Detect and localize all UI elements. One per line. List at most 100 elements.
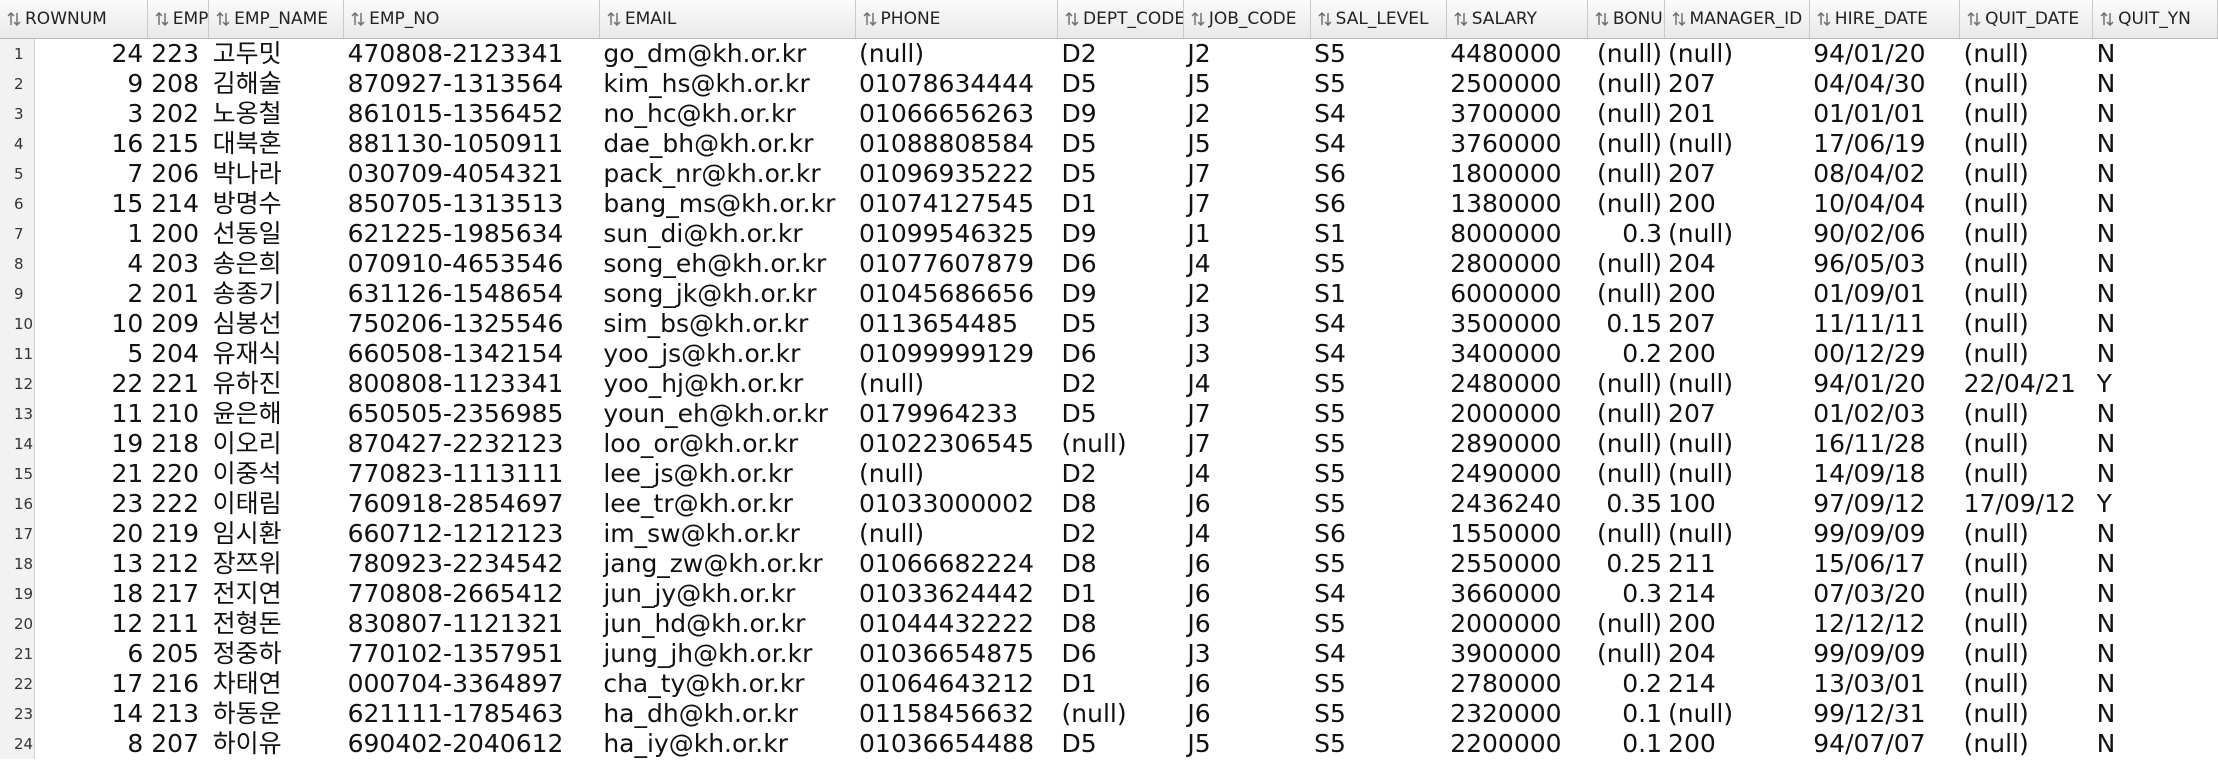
bonus-cell[interactable]: (null) — [1587, 609, 1664, 639]
emp-no-cell[interactable]: 470808-2123341 — [344, 39, 600, 70]
salary-cell[interactable]: 3400000 — [1446, 339, 1587, 369]
table-row[interactable]: 16 23 222 이태림 760918-2854697 lee_tr@kh.or.kr 0… — [0, 489, 2218, 519]
phone-cell[interactable]: 01099999129 — [855, 339, 1058, 369]
quit-date-cell[interactable]: (null) — [1960, 219, 2093, 249]
quit-yn-cell[interactable]: Y — [2093, 489, 2218, 519]
dept-code-cell[interactable]: D5 — [1058, 399, 1184, 429]
row-number[interactable]: 14 — [0, 429, 36, 459]
column-header-email[interactable]: EMAIL — [599, 0, 856, 39]
rownum-cell[interactable]: 1 — [35, 219, 148, 249]
quit-yn-cell[interactable]: N — [2093, 729, 2218, 759]
hire-date-cell[interactable]: 90/02/06 — [1809, 219, 1959, 249]
row-number[interactable]: 16 — [0, 489, 36, 519]
manager-id-cell[interactable]: 204 — [1664, 249, 1809, 279]
dept-code-cell[interactable]: D8 — [1058, 609, 1184, 639]
manager-id-cell[interactable]: 207 — [1664, 159, 1809, 189]
quit-date-cell[interactable]: (null) — [1960, 399, 2093, 429]
dept-code-cell[interactable]: D2 — [1058, 459, 1184, 489]
emp-name-cell[interactable]: 김해술 — [209, 69, 344, 99]
manager-id-cell[interactable]: 207 — [1664, 399, 1809, 429]
table-row[interactable]: 1 24 223 고두밋 470808-2123341 go_dm@kh.or.kr (nu… — [0, 38, 2218, 70]
row-number[interactable]: 20 — [0, 609, 36, 639]
hire-date-cell[interactable]: 01/01/01 — [1809, 99, 1959, 129]
table-row[interactable]: 18 13 212 장쯔위 780923-2234542 jang_zw@kh.or.kr… — [0, 549, 2218, 579]
email-cell[interactable]: yoo_hj@kh.or.kr — [599, 369, 855, 399]
job-code-cell[interactable]: J5 — [1183, 129, 1310, 159]
table-row[interactable]: 11 5 204 유재식 660508-1342154 yoo_js@kh.or.kr 01… — [0, 339, 2218, 369]
email-cell[interactable]: sun_di@kh.or.kr — [599, 219, 855, 249]
dept-code-cell[interactable]: D8 — [1058, 549, 1184, 579]
row-number[interactable]: 12 — [0, 369, 36, 399]
sal-level-cell[interactable]: S6 — [1310, 189, 1446, 219]
quit-yn-cell[interactable]: N — [2093, 639, 2218, 669]
row-number[interactable]: 19 — [0, 579, 36, 609]
table-row[interactable]: 2 9 208 김해술 870927-1313564 kim_hs@kh.or.kr 010… — [0, 69, 2218, 99]
manager-id-cell[interactable]: (null) — [1664, 519, 1809, 549]
manager-id-cell[interactable]: (null) — [1664, 459, 1809, 489]
phone-cell[interactable]: 0179964233 — [855, 399, 1058, 429]
emp-name-cell[interactable]: 윤은해 — [209, 399, 344, 429]
manager-id-cell[interactable]: (null) — [1664, 429, 1809, 459]
emp-name-cell[interactable]: 임시환 — [209, 519, 344, 549]
bonus-cell[interactable]: 0.15 — [1587, 309, 1664, 339]
sal-level-cell[interactable]: S5 — [1310, 369, 1446, 399]
emp-no-cell[interactable]: 770102-1357951 — [344, 639, 600, 669]
bonus-cell[interactable]: (null) — [1587, 189, 1664, 219]
email-cell[interactable]: jang_zw@kh.or.kr — [599, 549, 855, 579]
row-number[interactable]: 8 — [0, 249, 36, 279]
dept-code-cell[interactable]: D9 — [1058, 99, 1184, 129]
manager-id-cell[interactable]: (null) — [1664, 699, 1809, 729]
sal-level-cell[interactable]: S5 — [1310, 669, 1446, 699]
hire-date-cell[interactable]: 16/11/28 — [1809, 429, 1959, 459]
manager-id-cell[interactable]: 204 — [1664, 639, 1809, 669]
table-row[interactable]: 21 6 205 정중하 770102-1357951 jung_jh@kh.or.kr 0… — [0, 639, 2218, 669]
hire-date-cell[interactable]: 99/09/09 — [1809, 519, 1959, 549]
column-header-rownum[interactable]: ROWNUM — [0, 0, 148, 39]
salary-cell[interactable]: 3660000 — [1446, 579, 1587, 609]
email-cell[interactable]: im_sw@kh.or.kr — [599, 519, 855, 549]
email-cell[interactable]: dae_bh@kh.or.kr — [599, 129, 855, 159]
emp-name-cell[interactable]: 심봉선 — [209, 309, 344, 339]
sal-level-cell[interactable]: S5 — [1310, 249, 1446, 279]
phone-cell[interactable]: 01033624442 — [855, 579, 1058, 609]
phone-cell[interactable]: 0113654485 — [855, 309, 1058, 339]
phone-cell[interactable]: 01064643212 — [855, 669, 1058, 699]
dept-code-cell[interactable]: D5 — [1058, 69, 1184, 99]
bonus-cell[interactable]: 0.2 — [1587, 669, 1664, 699]
emp-name-cell[interactable]: 차태연 — [209, 669, 344, 699]
salary-cell[interactable]: 3700000 — [1446, 99, 1587, 129]
emp-no-cell[interactable]: 881130-1050911 — [344, 129, 600, 159]
rownum-cell[interactable]: 9 — [35, 69, 148, 99]
bonus-cell[interactable]: 0.25 — [1587, 549, 1664, 579]
emp-no-cell[interactable]: 750206-1325546 — [344, 309, 600, 339]
email-cell[interactable]: jun_hd@kh.or.kr — [599, 609, 855, 639]
emp-name-cell[interactable]: 박나라 — [209, 159, 344, 189]
quit-yn-cell[interactable]: N — [2093, 99, 2218, 129]
rownum-cell[interactable]: 8 — [35, 729, 148, 759]
emp-id-cell[interactable]: 207 — [147, 729, 208, 759]
emp-name-cell[interactable]: 하이유 — [209, 729, 344, 759]
job-code-cell[interactable]: J5 — [1183, 729, 1310, 759]
sal-level-cell[interactable]: S1 — [1310, 279, 1446, 309]
rownum-cell[interactable]: 12 — [35, 609, 148, 639]
bonus-cell[interactable]: 0.3 — [1587, 579, 1664, 609]
dept-code-cell[interactable]: D2 — [1058, 369, 1184, 399]
phone-cell[interactable]: 01158456632 — [855, 699, 1058, 729]
quit-yn-cell[interactable]: N — [2093, 519, 2218, 549]
emp-id-cell[interactable]: 210 — [147, 399, 208, 429]
dept-code-cell[interactable]: D2 — [1058, 519, 1184, 549]
salary-cell[interactable]: 2800000 — [1446, 249, 1587, 279]
bonus-cell[interactable]: (null) — [1587, 69, 1664, 99]
dept-code-cell[interactable]: D5 — [1058, 159, 1184, 189]
quit-yn-cell[interactable]: N — [2093, 159, 2218, 189]
dept-code-cell[interactable]: D9 — [1058, 219, 1184, 249]
quit-date-cell[interactable]: (null) — [1960, 669, 2093, 699]
emp-id-cell[interactable]: 208 — [147, 69, 208, 99]
emp-name-cell[interactable]: 송은희 — [209, 249, 344, 279]
quit-date-cell[interactable]: (null) — [1960, 129, 2093, 159]
hire-date-cell[interactable]: 94/07/07 — [1809, 729, 1959, 759]
job-code-cell[interactable]: J2 — [1183, 279, 1310, 309]
bonus-cell[interactable]: (null) — [1587, 39, 1664, 70]
email-cell[interactable]: ha_iy@kh.or.kr — [599, 729, 855, 759]
sal-level-cell[interactable]: S4 — [1310, 639, 1446, 669]
